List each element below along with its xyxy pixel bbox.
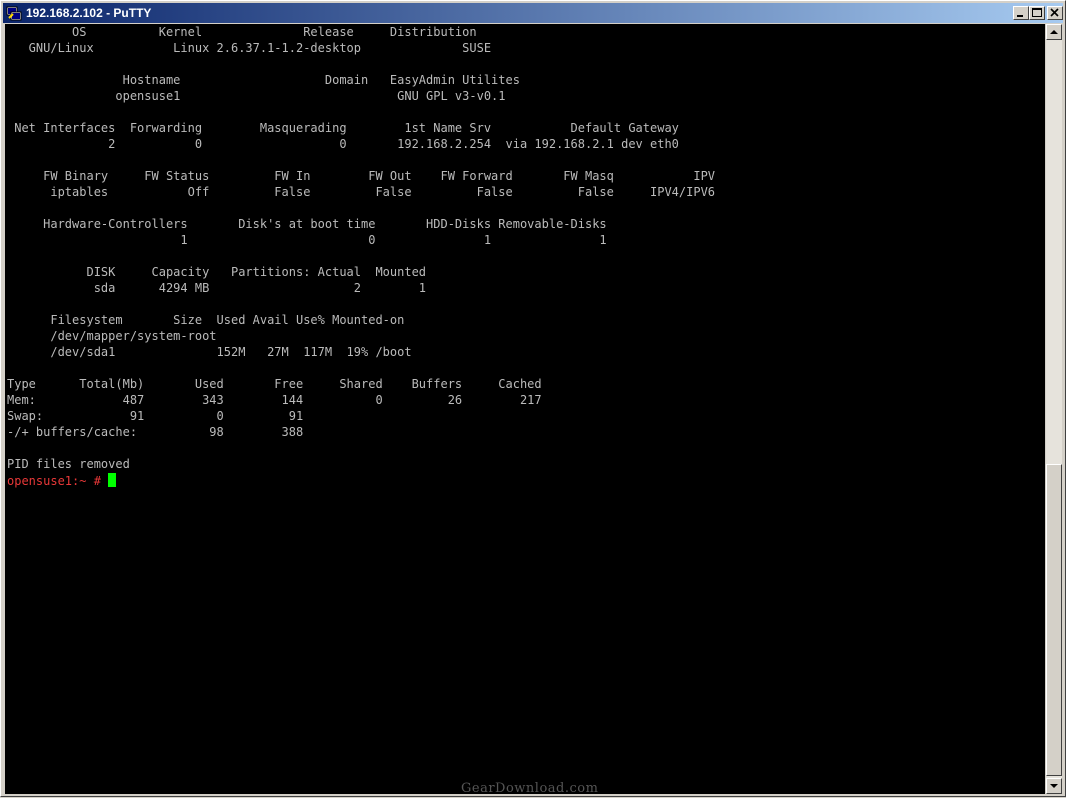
command-prompt-line[interactable]: opensuse1:~ # [7,473,117,489]
scroll-up-button[interactable] [1046,24,1062,40]
arrow-down-icon [1050,784,1058,788]
terminal-line: /dev/sda1 152M 27M 117M 19% /boot [7,345,412,359]
terminal-line: Hostname Domain EasyAdmin Utilites [7,73,520,87]
terminal-line: opensuse1 GNU GPL v3-v0.1 [7,89,506,103]
terminal-line: iptables Off False False False False IPV… [7,185,716,199]
text-cursor [108,473,117,487]
putty-window: 192.168.2.102 - PuTTY OS Kernel Release … [0,0,1066,797]
watermark: GearDownload.com [461,781,599,796]
terminal-line: Net Interfaces Forwarding Masquerading 1… [7,121,679,135]
terminal-line: 2 0 0 192.168.2.254 via 192.168.2.1 dev … [7,137,679,151]
close-icon [1050,8,1059,17]
terminal-line: FW Binary FW Status FW In FW Out FW Forw… [7,169,716,183]
terminal-line: DISK Capacity Partitions: Actual Mounted [7,265,427,279]
terminal-line: sda 4294 MB 2 1 [7,281,427,295]
terminal-line: OS Kernel Release Distribution [7,25,477,39]
maximize-icon [1032,8,1042,17]
title-bar[interactable]: 192.168.2.102 - PuTTY [3,3,1063,23]
vertical-scrollbar[interactable] [1046,24,1062,794]
terminal-line: Type Total(Mb) Used Free Shared Buffers … [7,377,542,391]
terminal-line: Swap: 91 0 91 [7,409,304,423]
terminal-line: -/+ buffers/cache: 98 388 [7,425,304,439]
terminal-line: Filesystem Size Used Avail Use% Mounted-… [7,313,405,327]
terminal-line: GNU/Linux Linux 2.6.37.1-1.2-desktop SUS… [7,41,492,55]
terminal-line: 1 0 1 1 [7,233,607,247]
close-button[interactable] [1047,6,1063,20]
terminal-line: Hardware-Controllers Disk's at boot time… [7,217,607,231]
terminal-line: PID files removed [7,457,130,471]
minimize-button[interactable] [1013,6,1029,20]
putty-icon [6,6,22,21]
terminal-line: /dev/mapper/system-root [7,329,217,343]
terminal-screen[interactable]: OS Kernel Release Distribution GNU/Linux… [5,24,1045,794]
scroll-thumb[interactable] [1046,464,1062,776]
minimize-icon [1017,15,1023,17]
scroll-down-button[interactable] [1046,778,1062,794]
maximize-button[interactable] [1029,6,1045,20]
window-title: 192.168.2.102 - PuTTY [26,6,152,20]
arrow-up-icon [1050,30,1058,34]
shell-prompt: opensuse1:~ # [7,474,109,488]
terminal-line: Mem: 487 343 144 0 26 217 [7,393,542,407]
